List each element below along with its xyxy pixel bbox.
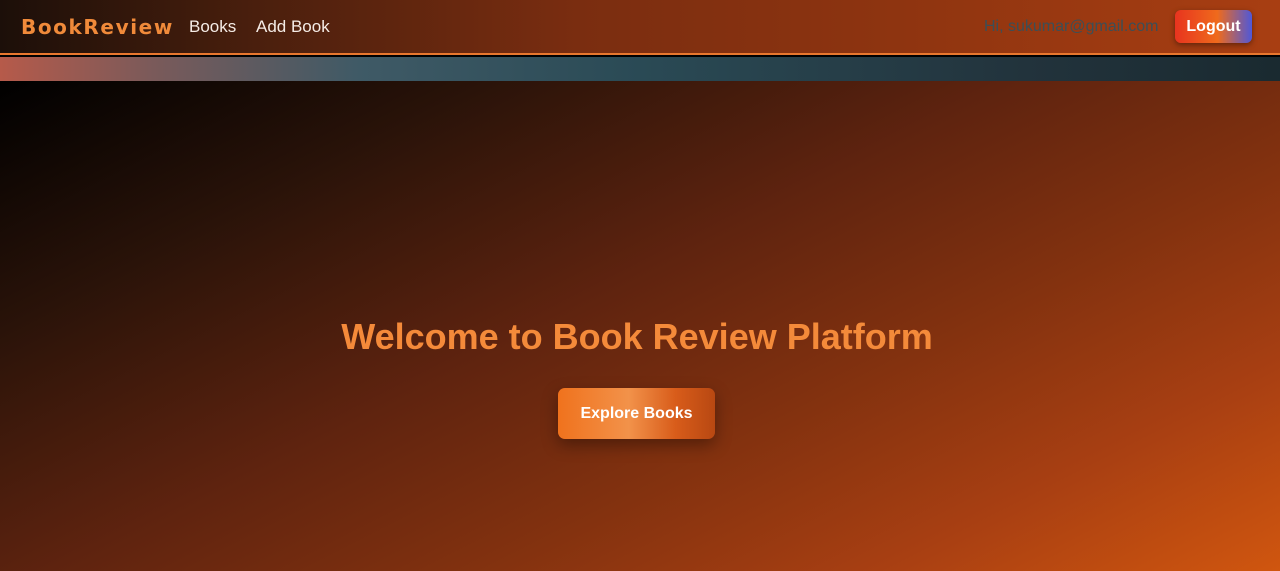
explore-books-button[interactable]: Explore Books [558,388,715,439]
nav-link-books[interactable]: Books [189,16,236,38]
brand-logo[interactable]: BookReview [21,14,174,40]
hero-title: Welcome to Book Review Platform [341,316,933,357]
top-navbar: BookReview Books Add Book Hi, sukumar@gm… [0,0,1280,55]
decorative-gradient-strip [0,57,1280,81]
nav-link-add-book[interactable]: Add Book [256,16,330,38]
hero-section: Welcome to Book Review Platform Explore … [0,81,1280,571]
user-greeting: Hi, sukumar@gmail.com [984,18,1159,35]
logout-button[interactable]: Logout [1175,10,1252,43]
